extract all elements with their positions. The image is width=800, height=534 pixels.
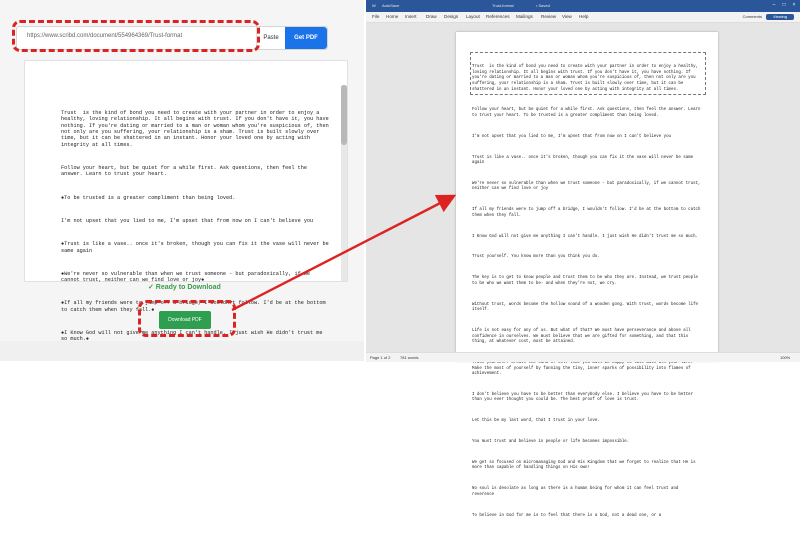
web-downloader-panel: https://www.scribd.com/document/55496436… <box>0 0 364 361</box>
save-status: • Saved <box>536 3 550 8</box>
document-page: Trust is the kind of bond you need to cr… <box>456 32 718 518</box>
document-paragraph: We're never so vulnerable than when we t… <box>472 181 703 192</box>
tab-mailings[interactable]: Mailings <box>516 14 533 19</box>
document-body[interactable]: Trust is the kind of bond you need to cr… <box>472 54 702 534</box>
document-paragraph: I don't believe you have to be better th… <box>472 392 696 403</box>
comments-button[interactable]: Comments <box>743 14 762 19</box>
document-paragraph: Trust yourself. Create the kind of self … <box>472 360 696 377</box>
maximize-icon[interactable]: □ <box>780 2 788 9</box>
tab-references[interactable]: References <box>486 14 510 19</box>
document-paragraph: We get so focused on micromanaging God a… <box>472 460 699 471</box>
document-paragraph: Trust is the kind of bond you need to cr… <box>472 65 701 92</box>
document-paragraph: Let this be my last word, that I trust i… <box>472 419 600 424</box>
word-app-icon: W <box>372 3 376 8</box>
preview-paragraph: ●To be trusted is a greater compliment t… <box>61 194 236 201</box>
tab-design[interactable]: Design <box>444 14 458 19</box>
tab-file[interactable]: File <box>372 14 379 19</box>
preview-paragraph: Trust is the kind of bond you need to cr… <box>61 109 332 148</box>
tab-insert[interactable]: Insert <box>405 14 417 19</box>
close-icon[interactable]: × <box>790 2 798 9</box>
document-paragraph: Without trust, words become the hollow s… <box>472 302 701 313</box>
tab-help[interactable]: Help <box>579 14 588 19</box>
document-paragraph: To believe in God for me is to feel that… <box>472 513 662 518</box>
document-paragraph: Trust yourself. You know more than you t… <box>472 255 600 260</box>
preview-paragraph: Follow your heart, but be quiet for a wh… <box>61 165 311 178</box>
document-paragraph: Life is not easy for any of us. But what… <box>472 328 694 345</box>
document-paragraph: Trust is like a vase.. once it's broken,… <box>472 155 696 166</box>
word-window: W AutoSave Trust-format • Saved – □ × Fi… <box>366 0 800 518</box>
get-pdf-button[interactable]: Get PDF <box>285 27 327 49</box>
document-paragraph: I'm not upset that you lied to me, I'm u… <box>472 134 671 139</box>
word-count: 781 words <box>400 355 419 360</box>
preview-paragraph: ●We're never so vulnerable than when we … <box>61 270 314 284</box>
document-title: Trust-format <box>492 3 514 8</box>
preview-paragraph: I'm not upset that you lied to me, I'm u… <box>61 217 314 224</box>
document-paragraph: If all my friends were to jump off a bri… <box>472 208 703 218</box>
viewing-mode-button[interactable]: Viewing <box>766 14 794 20</box>
ready-status: ✓ Ready to Download <box>148 284 221 291</box>
tab-draw[interactable]: Draw <box>426 14 437 19</box>
minimize-icon[interactable]: – <box>770 2 778 9</box>
document-paragraph: You must trust and believe in people or … <box>472 440 630 445</box>
tab-review[interactable]: Review <box>541 14 556 19</box>
autosave-toggle[interactable]: AutoSave <box>382 3 399 8</box>
document-paragraph: Follow your heart, but be quiet for a wh… <box>472 108 703 118</box>
document-paragraph: I Know God will not give me anything I c… <box>472 234 699 239</box>
tab-home[interactable]: Home <box>386 14 398 19</box>
url-highlight-outline <box>12 20 260 52</box>
zoom-level[interactable]: 100% <box>780 355 790 360</box>
document-paragraph: No soul is desolate as long as there is … <box>472 487 681 497</box>
ribbon-tabs: File Home Insert Draw Design Layout Refe… <box>366 12 800 23</box>
paste-button[interactable]: Paste <box>256 27 285 49</box>
page-footer <box>0 341 364 361</box>
preview-paragraph: ●Trust is like a vase.. once it's broken… <box>61 241 332 254</box>
tab-layout[interactable]: Layout <box>466 14 480 19</box>
download-highlight-outline <box>138 300 236 337</box>
title-bar: W AutoSave Trust-format • Saved – □ × <box>366 0 800 12</box>
preview-scrollbar-thumb[interactable] <box>341 85 347 145</box>
tab-view[interactable]: View <box>562 14 572 19</box>
page-count: Page 1 of 2 <box>370 355 391 360</box>
document-paragraph: The key is to get to know people and tru… <box>472 276 701 286</box>
document-preview: Trust is the kind of bond you need to cr… <box>24 60 348 342</box>
